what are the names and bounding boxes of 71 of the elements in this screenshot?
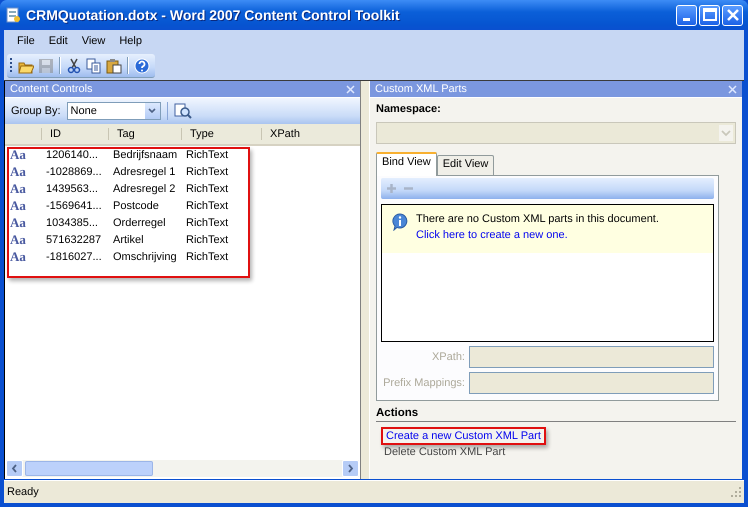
group-by-label: Group By: [11, 105, 61, 117]
rich-text-glyph: Aa [9, 214, 27, 230]
rich-text-glyph: Aa [9, 248, 27, 264]
rich-text-glyph: Aa [9, 146, 27, 162]
table-cell-text: Artikel [112, 234, 145, 246]
column-header[interactable]: Type [181, 128, 261, 140]
chevron-down-icon [148, 108, 156, 114]
group-by-dropdown[interactable]: None [66, 102, 161, 120]
table-cell-text: 571632287 [45, 234, 102, 246]
table-cell-text: RichText [185, 148, 230, 160]
menu-item[interactable]: Help [112, 33, 149, 49]
create-link[interactable]: Click here to create a new one. [416, 229, 568, 241]
column-header[interactable]: ID [41, 128, 108, 140]
table-cell-text: -1816027... [45, 250, 103, 262]
menu-item[interactable]: Edit [42, 33, 75, 49]
table-cell-text: -1569641... [45, 200, 103, 212]
chevron-right-icon[interactable] [347, 464, 354, 473]
chevron-left-icon[interactable] [11, 464, 18, 473]
table-cell-text: Orderregel [112, 216, 167, 228]
close-button[interactable] [722, 4, 743, 26]
rich-text-glyph: Aa [9, 164, 27, 180]
field-label: Prefix Mappings: [382, 377, 465, 389]
table-cell-text: RichText [185, 216, 230, 228]
table-cell-text: RichText [185, 200, 230, 212]
table-cell-text: 1034385... [45, 216, 99, 228]
info-icon [392, 213, 408, 231]
column-header[interactable]: Tag [108, 128, 181, 140]
document-search-icon[interactable] [174, 103, 192, 119]
tab[interactable]: Edit View [436, 155, 494, 175]
namespace-label: Namespace: [376, 103, 442, 117]
maximize-icon [700, 6, 718, 24]
paste-icon[interactable] [106, 58, 122, 74]
table-cell-text: Bedrijfsnaam [112, 148, 178, 160]
app-icon [5, 7, 21, 23]
section-heading: Actions [376, 407, 736, 422]
table-cell-text: 1439563... [45, 182, 99, 194]
pane-title: Content Controls [10, 83, 93, 95]
table-cell-text: Omschrijving [112, 250, 178, 262]
action-link[interactable]: Create a new Custom XML Part [381, 427, 546, 445]
table-cell-text: Postcode [112, 200, 160, 212]
chevron-down-icon [719, 125, 733, 141]
rich-text-glyph: Aa [9, 180, 27, 196]
rich-text-glyph: Aa [9, 198, 27, 214]
rich-text-glyph: Aa [9, 232, 27, 248]
status-text: Ready [7, 486, 39, 498]
window-title: CRMQuotation.dotx - Word 2007 Content Control Toolkit [26, 7, 401, 23]
message-text: There are no Custom XML parts in this document. [416, 213, 659, 227]
menu-item[interactable]: View [74, 33, 112, 49]
table-cell-text: 1206140... [45, 148, 99, 160]
resize-grip-icon[interactable] [731, 487, 741, 497]
maximize-button[interactable] [699, 4, 720, 26]
table-cell-text: -1028869... [45, 166, 103, 178]
table-cell-text: Adresregel 1 [112, 166, 176, 178]
close-icon[interactable] [728, 84, 737, 94]
horizontal-scrollbar[interactable] [6, 460, 359, 477]
table-cell-text: RichText [185, 234, 230, 246]
table-cell-text: RichText [185, 182, 230, 194]
help-icon[interactable] [134, 58, 150, 74]
copy-icon[interactable] [86, 58, 102, 74]
tab[interactable]: Bind View [376, 152, 437, 176]
minimize-icon [683, 18, 690, 20]
pane-splitter[interactable] [360, 81, 370, 479]
minimize-button[interactable] [676, 4, 697, 26]
scissors-icon[interactable] [66, 58, 82, 74]
table-cell-text: RichText [185, 166, 230, 178]
field-label: XPath: [430, 351, 465, 363]
menu-item[interactable]: File [10, 33, 42, 49]
close-icon[interactable] [346, 84, 355, 94]
pane-title: Custom XML Parts [375, 83, 467, 95]
table-cell-text: Adresregel 2 [112, 182, 176, 194]
table-cell-text: RichText [185, 250, 230, 262]
